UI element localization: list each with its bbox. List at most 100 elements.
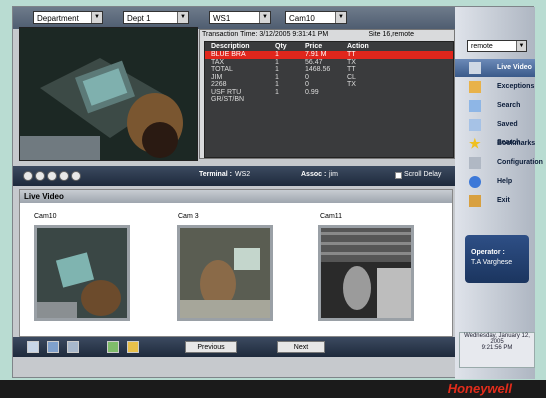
refresh-icon[interactable] [107,341,119,353]
terminal-label: Terminal : [199,171,232,178]
nav-saved-search[interactable]: Saved Search [455,116,535,146]
layout-4-icon[interactable] [47,341,59,353]
workstation-value: WS1 [213,14,231,23]
row-action: CL [347,73,356,81]
table-row[interactable]: TAX 1 56.47 TX [205,59,453,67]
row-qty: 1 [275,73,279,81]
layout-1-icon[interactable] [27,341,39,353]
nav-label: Search [497,102,521,109]
row-price: 7.91 M [305,51,327,58]
assoc-label: Assoc : [301,171,327,178]
fast-forward-button[interactable] [71,171,81,181]
camera-thumbnail[interactable] [177,225,273,321]
table-row[interactable]: USF RTU GR/ST/BN 1 0.99 [205,88,453,104]
nav-label: Live Video [497,64,532,71]
row-price: 1468.56 [305,66,331,73]
nav-label: Bookmarks [497,140,536,147]
col-action: Action [347,43,369,50]
rewind-button[interactable] [23,171,33,181]
nav-exit[interactable]: Exit [455,192,535,210]
nav-label: Exceptions [497,83,535,90]
exceptions-icon [469,81,481,93]
play-button[interactable] [47,171,57,181]
cam-label: Cam 3 [178,213,199,220]
layout-9-icon[interactable] [67,341,79,353]
nav-search[interactable]: Search [455,97,535,115]
workstation-dropdown[interactable]: WS1 ▼ [209,11,271,24]
playback-bar: Terminal : WS2 Assoc : jim Scroll Delay [13,166,455,186]
help-icon [469,176,481,188]
chevron-down-icon: ▼ [91,12,102,23]
next-button[interactable]: Next [277,341,325,353]
table-row[interactable]: BLUE BRA 1 7.91 M TT [205,51,453,59]
chevron-down-icon: ▼ [177,12,188,23]
camera-thumbnail[interactable] [318,225,414,321]
transaction-time: Transaction Time: 3/12/2005 9:31:41 PM [202,31,329,38]
chevron-down-icon: ▼ [516,41,526,51]
row-price: 0 [305,81,309,88]
live-video-title: Live Video [20,190,452,203]
gear-icon [469,157,481,169]
camera-value: Cam10 [289,14,315,23]
nav-live-video[interactable]: Live Video [455,59,535,77]
site-value: remote [471,43,493,50]
camera-thumb-image [321,228,411,318]
honeywell-logo: Honeywell [447,381,512,396]
terminal-value: WS2 [235,171,251,178]
scroll-delay-checkbox[interactable] [395,172,402,179]
row-action: TX [347,81,356,88]
chevron-down-icon: ▼ [335,12,346,23]
camera-thumbnail[interactable] [34,225,130,321]
row-desc: TOTAL [211,66,233,73]
table-row[interactable]: JIM 1 0 CL [205,74,453,82]
assoc-value: jim [329,171,338,178]
camera-image [20,28,197,160]
time-line: 9:21:56 PM [481,345,513,351]
operator-label: Operator : [471,249,505,256]
site-label: Site 16,remote [368,31,414,38]
table-row[interactable]: 2268 1 0 TX [205,81,453,89]
star-icon: ★ [469,136,481,151]
bottom-toolbar: Previous Next [13,337,455,357]
nav-help[interactable]: Help [455,173,535,191]
previous-button[interactable]: Previous [185,341,237,353]
row-desc: USF RTU GR/ST/BN [211,88,245,104]
camera-thumb-image [180,228,270,318]
col-qty: Qty [275,43,287,50]
step-forward-button[interactable] [59,171,69,181]
nav-configuration[interactable]: Configuration [455,154,543,172]
nav-bookmarks[interactable]: ★ Bookmarks [455,135,535,153]
sidebar: remote ▼ Live Video Exceptions Search Sav… [455,7,543,379]
saved-search-icon [469,119,481,131]
folder-icon[interactable] [127,341,139,353]
nav-label: Exit [497,197,510,204]
table-row[interactable]: TOTAL 1 1468.56 TT [205,66,453,74]
camera-thumb-image [37,228,127,318]
app-window: Department ▼ Dept 1 ▼ WS1 ▼ Cam10 ▼ Transact… [12,6,543,379]
table-header: Description Qty Price Action [205,42,453,51]
department-dropdown[interactable]: Department ▼ [33,11,103,24]
operator-name: T.A Varghese [471,259,513,266]
chevron-down-icon: ▼ [259,12,270,23]
row-qty: 1 [275,88,279,96]
cam-label: Cam10 [34,213,57,220]
transaction-panel: Transaction Time: 3/12/2005 9:31:41 PM S… [199,29,455,159]
row-price: 56.47 [305,58,323,66]
nav-exceptions[interactable]: Exceptions [455,78,535,96]
monitor-icon [469,62,481,74]
live-video-panel: Live Video Cam10 Cam 3 Cam11 [19,189,453,337]
row-action [347,89,387,97]
dept-dropdown[interactable]: Dept 1 ▼ [123,11,189,24]
row-qty: 1 [275,58,279,66]
row-desc: 2268 [211,81,227,88]
row-price: 0 [305,73,309,81]
step-back-button[interactable] [35,171,45,181]
nav-label: Help [497,178,513,185]
scroll-delay-label: Scroll Delay [404,171,442,178]
camera-dropdown[interactable]: Cam10 ▼ [285,11,347,24]
main-camera-view[interactable] [19,27,198,161]
col-price: Price [305,43,323,50]
site-dropdown[interactable]: remote ▼ [467,40,527,52]
row-desc: JIM [211,73,223,81]
row-qty: 1 [275,66,279,73]
